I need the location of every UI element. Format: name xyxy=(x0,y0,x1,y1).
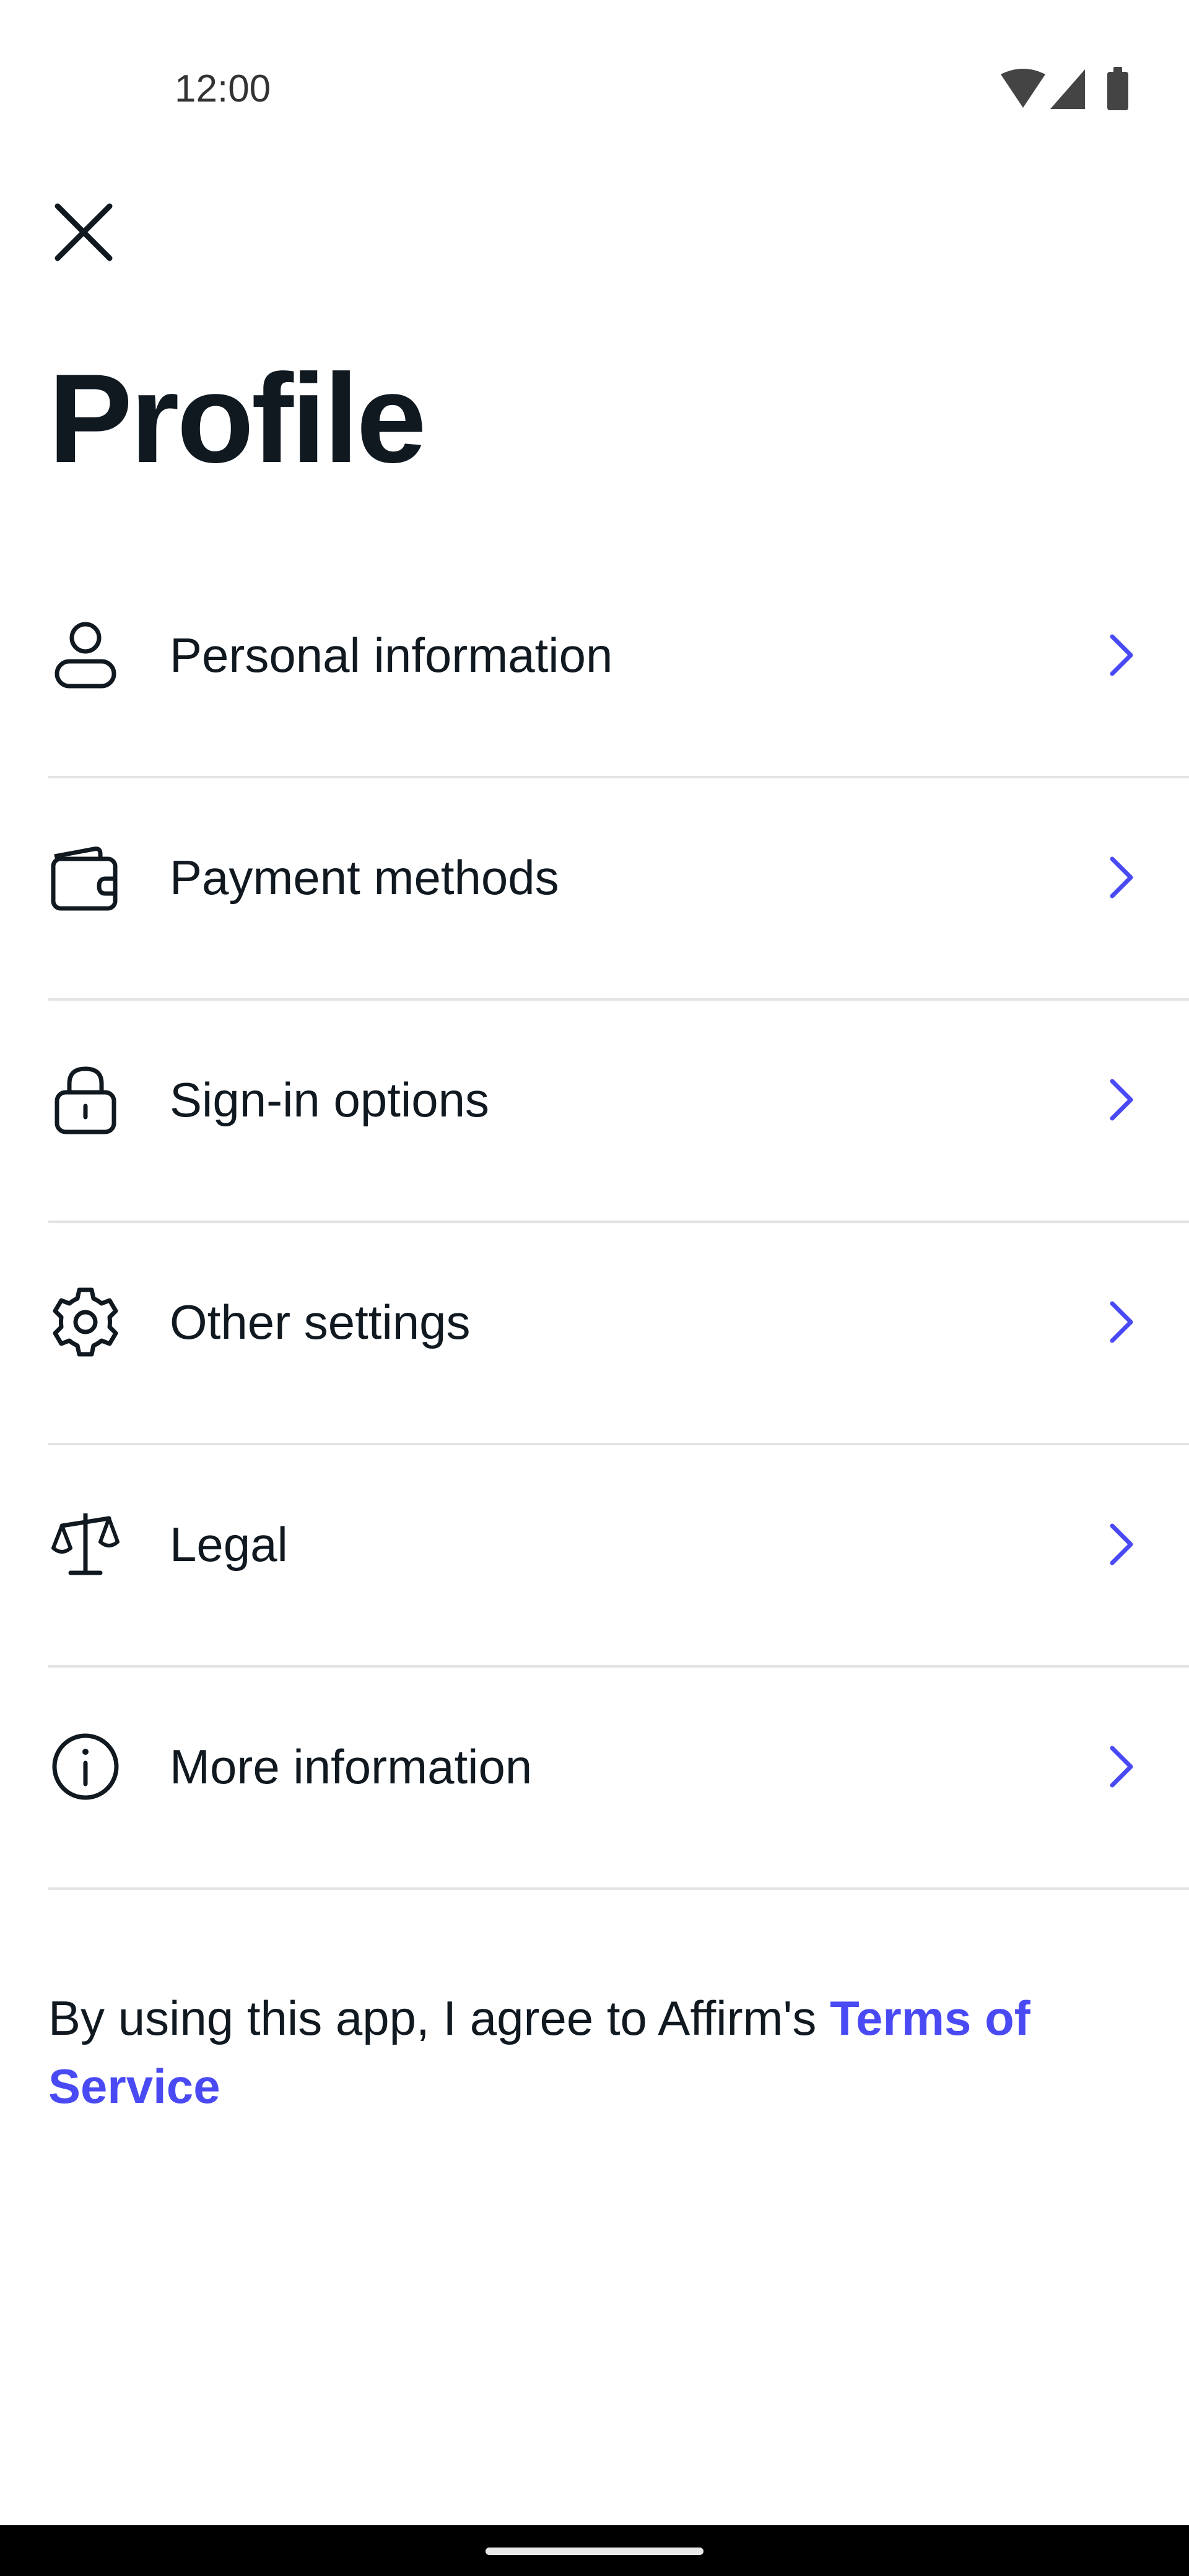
close-button[interactable] xyxy=(37,186,130,279)
chevron-right-icon xyxy=(1110,1746,1133,1788)
menu-item-label: Personal information xyxy=(170,628,613,682)
menu-item-sign-in-options[interactable]: Sign-in options xyxy=(48,1001,1189,1223)
menu-item-label: Sign-in options xyxy=(170,1073,489,1127)
chevron-right-icon xyxy=(1110,1301,1133,1343)
home-indicator[interactable] xyxy=(486,2548,703,2555)
person-icon xyxy=(54,622,116,689)
battery-icon xyxy=(1107,67,1128,110)
menu-item-label: Legal xyxy=(170,1517,288,1572)
lock-icon xyxy=(54,1066,116,1134)
chevron-right-icon xyxy=(1110,1079,1133,1121)
status-bar: 12:00 xyxy=(0,0,1189,124)
menu-item-label: Other settings xyxy=(170,1295,471,1349)
gear-icon xyxy=(53,1287,118,1357)
status-icons xyxy=(1001,67,1128,110)
menu-item-other-settings[interactable]: Other settings xyxy=(48,1223,1189,1445)
terms-notice: By using this app, I agree to Affirm's T… xyxy=(48,1984,1101,2120)
menu-item-label: Payment methods xyxy=(170,850,559,905)
status-time: 12:00 xyxy=(175,67,271,110)
terms-prefix: By using this app, I agree to Affirm's xyxy=(48,1991,830,2045)
chevron-right-icon xyxy=(1110,634,1133,676)
wifi-icon xyxy=(1001,69,1045,108)
scales-icon xyxy=(51,1513,120,1575)
wallet-icon xyxy=(51,846,118,911)
menu-item-legal[interactable]: Legal xyxy=(48,1445,1189,1668)
cellular-signal-icon xyxy=(1050,69,1085,109)
chevron-right-icon xyxy=(1110,1523,1133,1565)
menu-item-personal-information[interactable]: Personal information xyxy=(48,556,1189,778)
menu-item-label: More information xyxy=(170,1739,533,1794)
menu-item-payment-methods[interactable]: Payment methods xyxy=(48,778,1189,1001)
info-icon xyxy=(52,1733,119,1800)
chevron-right-icon xyxy=(1110,856,1133,899)
page-title: Profile xyxy=(48,348,427,489)
menu-item-more-information[interactable]: More information xyxy=(48,1668,1189,1890)
close-icon xyxy=(54,203,113,261)
profile-menu-list: Personal information Payment methods Sig… xyxy=(0,556,1189,1890)
